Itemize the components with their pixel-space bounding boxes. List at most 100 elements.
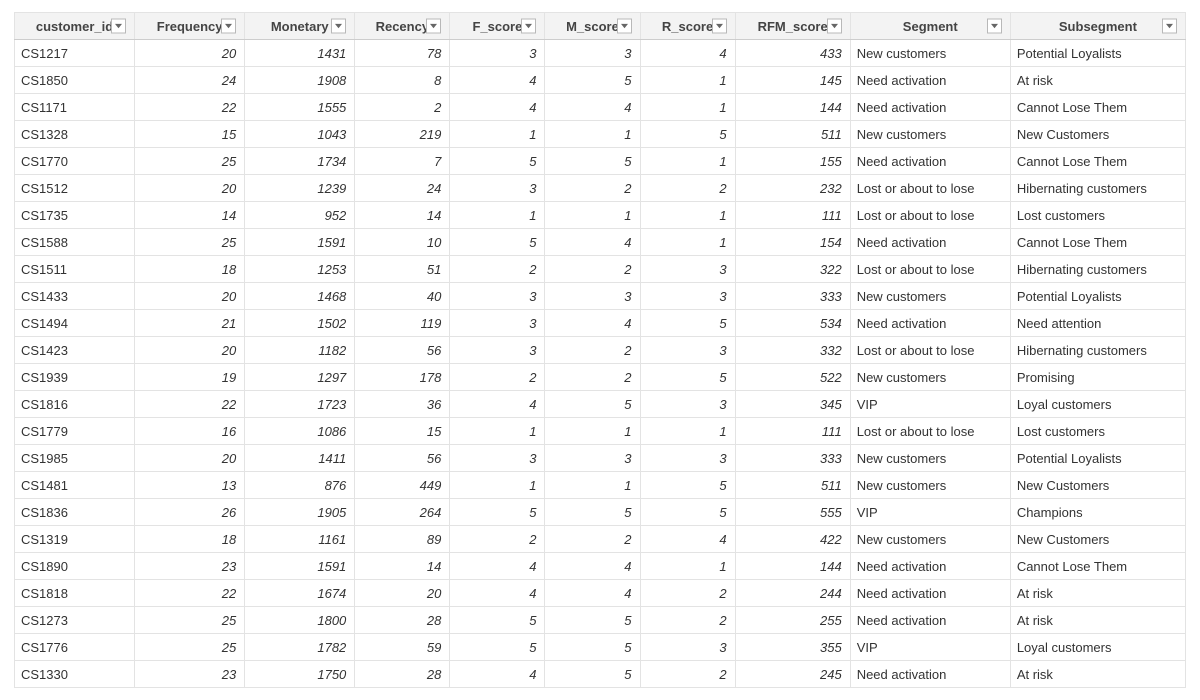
- cell-Monetary: 1182: [245, 337, 355, 364]
- table-header-row: customer_idFrequencyMonetaryRecencyF_sco…: [15, 13, 1186, 40]
- table-row[interactable]: CS18502419088451145Need activationAt ris…: [15, 67, 1186, 94]
- cell-R_score: 1: [640, 202, 735, 229]
- table-row[interactable]: CS151118125351223322Lost or about to los…: [15, 256, 1186, 283]
- cell-R_score: 3: [640, 283, 735, 310]
- cell-Recency: 449: [355, 472, 450, 499]
- cell-Segment: VIP: [850, 634, 1010, 661]
- cell-Subsegment: New Customers: [1010, 526, 1185, 553]
- chevron-down-icon: [831, 24, 838, 29]
- col-header-label: M_score: [566, 19, 619, 34]
- cell-R_score: 3: [640, 445, 735, 472]
- table-row[interactable]: CS177916108615111111Lost or about to los…: [15, 418, 1186, 445]
- cell-customer_id: CS1818: [15, 580, 135, 607]
- cell-F_score: 1: [450, 202, 545, 229]
- cell-Monetary: 1239: [245, 175, 355, 202]
- cell-Subsegment: Hibernating customers: [1010, 337, 1185, 364]
- table-row[interactable]: CS121720143178334433New customersPotenti…: [15, 40, 1186, 67]
- cell-R_score: 2: [640, 580, 735, 607]
- cell-RFM_score: 332: [735, 337, 850, 364]
- table-row[interactable]: CS1836261905264555555VIPChampions: [15, 499, 1186, 526]
- cell-R_score: 1: [640, 148, 735, 175]
- col-header-Recency: Recency: [355, 13, 450, 40]
- filter-dropdown-button[interactable]: [1162, 19, 1177, 34]
- cell-Subsegment: Lost customers: [1010, 418, 1185, 445]
- filter-dropdown-button[interactable]: [221, 19, 236, 34]
- cell-R_score: 5: [640, 121, 735, 148]
- filter-dropdown-button[interactable]: [987, 19, 1002, 34]
- col-header-R_score: R_score: [640, 13, 735, 40]
- cell-Monetary: 1591: [245, 553, 355, 580]
- cell-Frequency: 25: [135, 148, 245, 175]
- cell-Subsegment: Lost customers: [1010, 202, 1185, 229]
- filter-dropdown-button[interactable]: [617, 19, 632, 34]
- cell-F_score: 3: [450, 445, 545, 472]
- cell-Frequency: 20: [135, 283, 245, 310]
- cell-Segment: New customers: [850, 526, 1010, 553]
- table-row[interactable]: CS11712215552441144Need activationCannot…: [15, 94, 1186, 121]
- cell-Segment: New customers: [850, 445, 1010, 472]
- cell-Segment: VIP: [850, 391, 1010, 418]
- table-row[interactable]: CS151220123924322232Lost or about to los…: [15, 175, 1186, 202]
- cell-customer_id: CS1836: [15, 499, 135, 526]
- cell-Monetary: 952: [245, 202, 355, 229]
- cell-customer_id: CS1850: [15, 67, 135, 94]
- table-row[interactable]: CS17702517347551155Need activationCannot…: [15, 148, 1186, 175]
- cell-F_score: 5: [450, 607, 545, 634]
- cell-customer_id: CS1433: [15, 283, 135, 310]
- table-row[interactable]: CS189023159114441144Need activationCanno…: [15, 553, 1186, 580]
- table-row[interactable]: CS1494211502119345534Need activationNeed…: [15, 310, 1186, 337]
- cell-Monetary: 1591: [245, 229, 355, 256]
- chevron-down-icon: [525, 24, 532, 29]
- table-row[interactable]: CS142320118256323332Lost or about to los…: [15, 337, 1186, 364]
- cell-RFM_score: 333: [735, 283, 850, 310]
- cell-M_score: 2: [545, 175, 640, 202]
- filter-dropdown-button[interactable]: [827, 19, 842, 34]
- table-row[interactable]: CS1939191297178225522New customersPromis…: [15, 364, 1186, 391]
- cell-Recency: 51: [355, 256, 450, 283]
- cell-RFM_score: 322: [735, 256, 850, 283]
- table-row[interactable]: CS131918116189224422New customersNew Cus…: [15, 526, 1186, 553]
- cell-customer_id: CS1779: [15, 418, 135, 445]
- cell-Segment: New customers: [850, 364, 1010, 391]
- filter-dropdown-button[interactable]: [426, 19, 441, 34]
- cell-RFM_score: 244: [735, 580, 850, 607]
- cell-Frequency: 20: [135, 337, 245, 364]
- table-row[interactable]: CS198520141156333333New customersPotenti…: [15, 445, 1186, 472]
- cell-F_score: 2: [450, 256, 545, 283]
- table-row[interactable]: CS181622172336453345VIPLoyal customers: [15, 391, 1186, 418]
- table-row[interactable]: CS143320146840333333New customersPotenti…: [15, 283, 1186, 310]
- cell-Segment: Lost or about to lose: [850, 337, 1010, 364]
- cell-Recency: 7: [355, 148, 450, 175]
- table-row[interactable]: CS1328151043219115511New customersNew Cu…: [15, 121, 1186, 148]
- table-row[interactable]: CS127325180028552255Need activationAt ri…: [15, 607, 1186, 634]
- cell-F_score: 5: [450, 634, 545, 661]
- col-header-Subsegment: Subsegment: [1010, 13, 1185, 40]
- filter-dropdown-button[interactable]: [712, 19, 727, 34]
- cell-Subsegment: Promising: [1010, 364, 1185, 391]
- table-row[interactable]: CS17351495214111111Lost or about to lose…: [15, 202, 1186, 229]
- cell-F_score: 4: [450, 391, 545, 418]
- cell-Subsegment: Cannot Lose Them: [1010, 94, 1185, 121]
- cell-RFM_score: 345: [735, 391, 850, 418]
- col-header-Frequency: Frequency: [135, 13, 245, 40]
- cell-Frequency: 23: [135, 661, 245, 688]
- filter-dropdown-button[interactable]: [331, 19, 346, 34]
- cell-RFM_score: 511: [735, 121, 850, 148]
- cell-customer_id: CS1588: [15, 229, 135, 256]
- table-row[interactable]: CS148113876449115511New customersNew Cus…: [15, 472, 1186, 499]
- table-row[interactable]: CS158825159110541154Need activationCanno…: [15, 229, 1186, 256]
- table-row[interactable]: CS133023175028452245Need activationAt ri…: [15, 661, 1186, 688]
- cell-Recency: 178: [355, 364, 450, 391]
- filter-dropdown-button[interactable]: [521, 19, 536, 34]
- cell-Frequency: 26: [135, 499, 245, 526]
- filter-dropdown-button[interactable]: [111, 19, 126, 34]
- cell-M_score: 3: [545, 283, 640, 310]
- cell-customer_id: CS1776: [15, 634, 135, 661]
- cell-F_score: 3: [450, 175, 545, 202]
- cell-Recency: 264: [355, 499, 450, 526]
- cell-Monetary: 1086: [245, 418, 355, 445]
- cell-Monetary: 1253: [245, 256, 355, 283]
- table-row[interactable]: CS181822167420442244Need activationAt ri…: [15, 580, 1186, 607]
- table-row[interactable]: CS177625178259553355VIPLoyal customers: [15, 634, 1186, 661]
- cell-Segment: New customers: [850, 283, 1010, 310]
